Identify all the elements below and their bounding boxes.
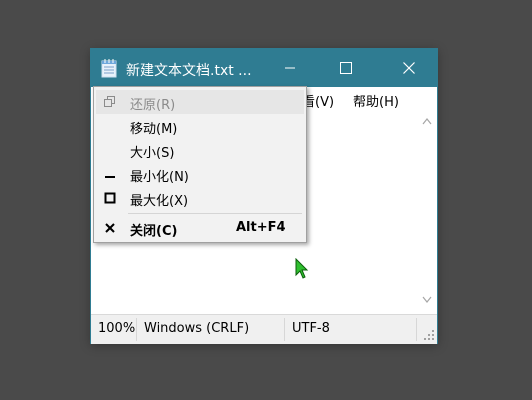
menu-separator (128, 213, 302, 214)
close-icon (403, 62, 415, 74)
status-separator (136, 318, 137, 341)
status-separator (284, 318, 285, 341)
title-bar[interactable]: 新建文本文档.txt ... (91, 49, 437, 87)
maximize-icon (104, 192, 116, 204)
menu-item-close[interactable]: 关闭(C) Alt+F4 (96, 216, 304, 240)
status-zoom: 100% (98, 321, 136, 336)
scroll-up-icon[interactable] (422, 117, 432, 125)
menu-item-label: 还原(R) (130, 98, 176, 113)
system-menu: 还原(R) 移动(M) 大小(S) 最小化(N) 最大化(X) 关闭(C) Al… (93, 86, 307, 243)
menu-item-size[interactable]: 大小(S) (96, 138, 304, 162)
menu-item-label: 关闭(C) (130, 224, 178, 239)
menu-item-maximize[interactable]: 最大化(X) (96, 186, 304, 210)
menu-item-move[interactable]: 移动(M) (96, 114, 304, 138)
status-encoding: UTF-8 (292, 321, 330, 336)
menu-item-label: 最大化(X) (130, 194, 189, 209)
minimize-button[interactable] (262, 49, 318, 87)
status-bar: 100% Windows (CRLF) UTF-8 (91, 314, 437, 344)
menu-item-label: 大小(S) (130, 146, 175, 161)
menu-item-minimize[interactable]: 最小化(N) (96, 162, 304, 186)
close-icon (105, 223, 115, 233)
maximize-icon (340, 62, 352, 74)
maximize-button[interactable] (318, 49, 374, 87)
menu-help[interactable]: 帮助(H) (353, 91, 399, 110)
notepad-icon[interactable] (101, 58, 118, 78)
menu-item-label: 最小化(N) (130, 170, 189, 185)
restore-icon (104, 96, 115, 107)
status-line-ending: Windows (CRLF) (144, 321, 250, 336)
minimize-icon (105, 176, 115, 178)
mouse-cursor-icon (295, 258, 309, 279)
menu-item-restore[interactable]: 还原(R) (96, 90, 304, 114)
resize-grip-icon[interactable] (423, 329, 435, 341)
close-button[interactable] (381, 49, 437, 87)
menu-item-label: 移动(M) (130, 122, 178, 137)
minimize-icon (285, 67, 295, 69)
status-separator (416, 318, 417, 341)
vertical-scrollbar[interactable] (417, 111, 437, 314)
scroll-down-icon[interactable] (422, 296, 432, 304)
menu-item-accelerator: Alt+F4 (236, 220, 286, 235)
window-title: 新建文本文档.txt ... (126, 63, 252, 79)
